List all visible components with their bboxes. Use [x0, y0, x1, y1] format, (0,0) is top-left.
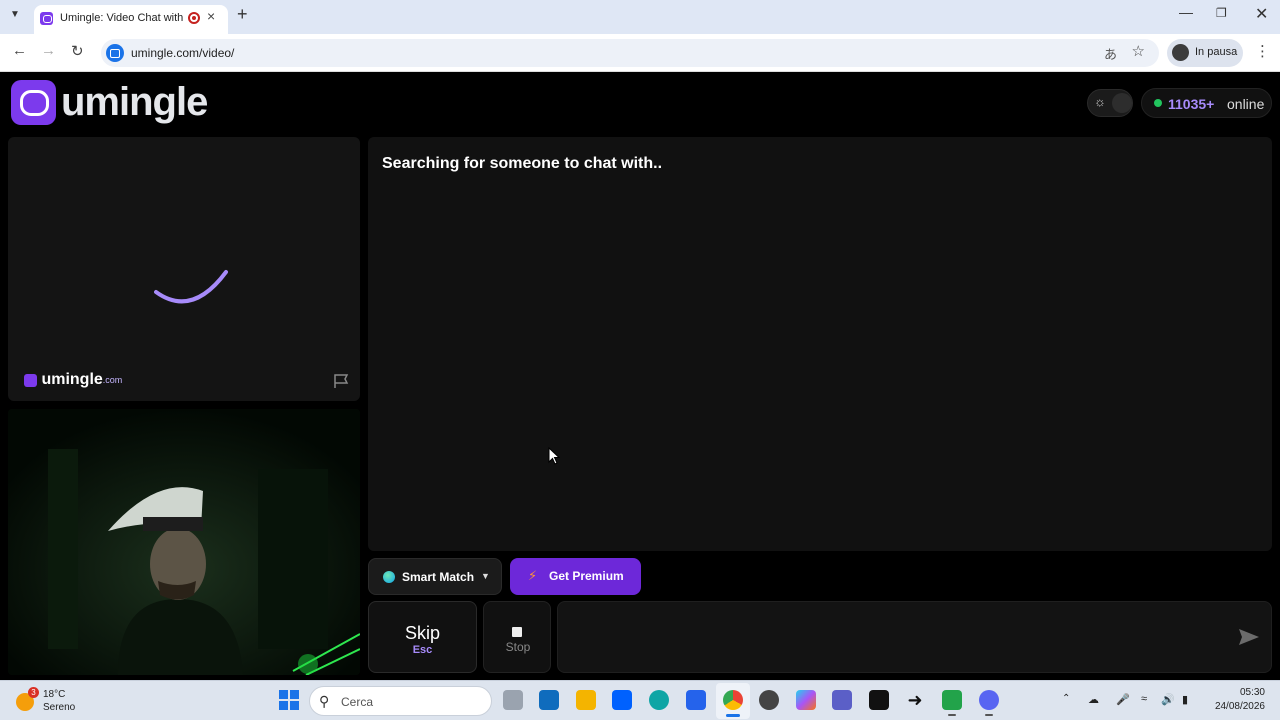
restore-icon[interactable]: ❐ [1216, 6, 1227, 20]
weather-temp: 18°C [43, 689, 66, 700]
clock-time: 05:30 [1239, 687, 1265, 698]
message-input[interactable] [557, 601, 1272, 673]
browser-toolbar: ← → ↻ umingle.com/video/ あ ☆ In pausa ⋮ [0, 34, 1280, 72]
smart-match-label: Smart Match [402, 570, 475, 584]
browser-tab-strip: ▼ Umingle: Video Chat with S × + — ❐ ✕ [0, 0, 1280, 34]
umingle-watermark-icon [24, 373, 37, 387]
get-premium-button[interactable]: ⚡ Get Premium [510, 558, 641, 595]
skip-label: Skip [404, 623, 440, 643]
folder-icon[interactable] [576, 690, 596, 710]
windows-start-icon[interactable] [279, 690, 299, 710]
bookmark-star-icon[interactable]: ☆ [1132, 42, 1145, 60]
theme-toggle[interactable]: ☼ [1087, 89, 1133, 117]
browser-menu-icon[interactable]: ⋮ [1255, 42, 1270, 60]
clock-date: 24/08/2026 [1214, 701, 1265, 712]
teams-icon[interactable] [832, 690, 852, 710]
address-bar[interactable]: umingle.com/video/ あ ☆ [101, 39, 1159, 67]
microphone-icon[interactable]: 🎤 [1116, 693, 1130, 706]
stranger-video-panel: umingle.com [8, 137, 360, 401]
stop-button[interactable]: Stop [483, 601, 551, 673]
taskbar-search[interactable]: ⚲ Cerca [309, 686, 492, 716]
online-count: 11035+ [1168, 96, 1215, 112]
back-icon[interactable]: ← [12, 42, 27, 59]
translate-icon[interactable]: あ [1104, 44, 1117, 63]
weather-condition: Sereno [43, 702, 76, 713]
get-premium-label: Get Premium [549, 569, 624, 583]
online-counter: 11035+ online [1141, 88, 1272, 118]
outlook-icon[interactable] [539, 690, 559, 710]
weather-widget[interactable]: 3 18°C Sereno [16, 687, 96, 717]
profile-label: In pausa [1195, 46, 1238, 58]
toggle-knob [1112, 93, 1132, 113]
profile-button[interactable]: In pausa [1167, 39, 1243, 67]
tab-title: Umingle: Video Chat with S [60, 12, 184, 24]
discord-icon[interactable] [979, 690, 999, 716]
clock[interactable]: 05:30 24/08/2026 [1205, 687, 1265, 712]
close-tab-icon[interactable]: × [207, 8, 215, 24]
site-info-icon[interactable] [106, 44, 124, 62]
site-logo-text[interactable]: umingle [61, 80, 208, 125]
watermark-domain: .com [102, 375, 123, 385]
skip-button[interactable]: Skip Esc [368, 601, 477, 673]
globe-icon [383, 571, 395, 583]
watermark-name: umingle [41, 371, 103, 388]
tab-search-icon[interactable]: ▼ [10, 9, 20, 20]
wifi-icon[interactable]: ≈ [1141, 693, 1147, 705]
new-tab-button[interactable]: + [237, 4, 248, 25]
search-icon: ⚲ [319, 693, 330, 709]
webcam-feed [8, 409, 360, 675]
terminal-icon[interactable]: ➜ [905, 690, 925, 710]
umingle-favicon-icon [40, 12, 53, 25]
umingle-logo-icon[interactable] [11, 80, 56, 125]
skip-shortcut: Esc [412, 644, 433, 656]
forward-icon[interactable]: → [41, 42, 56, 59]
stop-icon [512, 627, 522, 637]
search-placeholder: Cerca [341, 695, 374, 709]
battery-icon[interactable]: ▮ [1182, 693, 1188, 706]
volume-icon[interactable]: 🔊 [1161, 693, 1175, 706]
recording-icon [188, 12, 200, 24]
send-icon[interactable] [1238, 627, 1260, 647]
stop-label: Stop [505, 640, 531, 654]
umingle-watermark: umingle.com [24, 371, 122, 389]
online-label: online [1227, 96, 1265, 112]
chrome-icon[interactable] [723, 690, 743, 717]
chevron-up-icon[interactable]: ⌃ [1062, 693, 1070, 704]
avatar [1172, 44, 1189, 61]
chevron-down-icon: ▼ [481, 571, 490, 581]
self-video-panel [8, 409, 360, 675]
mouse-cursor-icon [548, 447, 560, 465]
amazon-icon[interactable] [869, 690, 889, 710]
chat-panel: Searching for someone to chat with.. [368, 137, 1272, 551]
flag-icon[interactable] [332, 373, 350, 389]
lightning-icon: ⚡ [528, 568, 538, 583]
loading-spinner-icon [154, 270, 228, 304]
smart-match-dropdown[interactable]: Smart Match ▼ [368, 558, 502, 595]
sun-icon: ☼ [1094, 94, 1106, 109]
edge-icon[interactable] [649, 690, 669, 710]
app-window: ▼ Umingle: Video Chat with S × + — ❐ ✕ ←… [0, 0, 1280, 720]
copilot-icon[interactable] [796, 690, 816, 710]
minimize-icon[interactable]: — [1179, 4, 1193, 20]
file-explorer-icon[interactable] [503, 690, 523, 710]
url-text: umingle.com/video/ [131, 46, 235, 60]
browser-tab[interactable]: Umingle: Video Chat with S × [34, 5, 228, 34]
dropbox-icon[interactable] [612, 690, 632, 710]
notification-badge: 3 [28, 687, 39, 698]
onedrive-icon[interactable]: ☁ [1088, 693, 1099, 706]
windows-taskbar: 3 18°C Sereno ⚲ Cerca ➜ ⌃ ☁ 🎤 ≈ 🔊 ▮ 05:3… [0, 680, 1280, 720]
discord-icon[interactable] [942, 690, 962, 716]
online-status-dot [1154, 99, 1162, 107]
obs-icon[interactable] [759, 690, 779, 710]
store-icon[interactable] [686, 690, 706, 710]
chat-status-text: Searching for someone to chat with.. [382, 155, 663, 172]
reload-icon[interactable]: ↻ [71, 42, 84, 60]
close-window-icon[interactable]: ✕ [1255, 4, 1268, 24]
